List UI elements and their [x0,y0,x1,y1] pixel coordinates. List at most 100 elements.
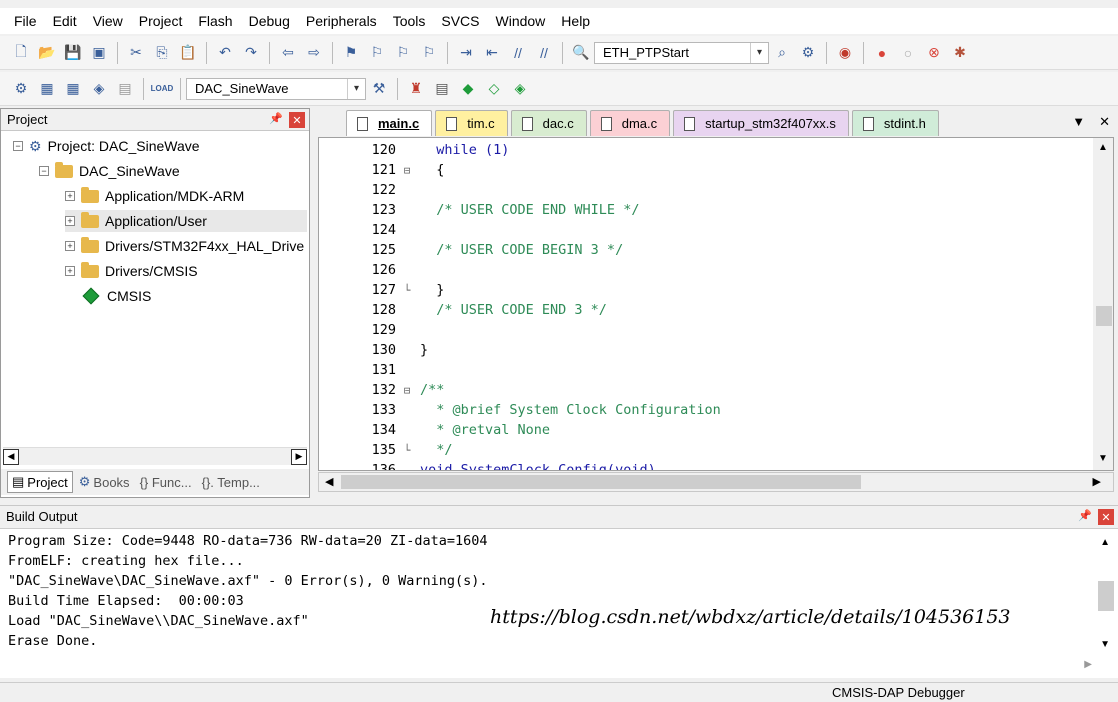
scroll-right-icon[interactable]: ▶ [1093,475,1101,488]
tree-item[interactable]: + Application/MDK-ARM [65,185,244,207]
undo-icon[interactable]: ↶ [215,43,235,63]
debug-session-icon[interactable]: ◉ [835,43,855,63]
collapse-icon[interactable]: − [13,141,23,151]
save-all-icon[interactable]: ▣ [89,43,109,63]
scroll-right-icon[interactable]: ▶ [1084,659,1092,670]
editor-hscroll-thumb[interactable] [341,475,861,489]
code-line[interactable]: 121 ⊟ { [319,160,1099,180]
indent-icon[interactable]: ⇥ [456,43,476,63]
code-line[interactable]: 131 [319,360,1099,380]
tree-root[interactable]: − ⚙ Project: DAC_SineWave [13,135,200,157]
settings-icon[interactable]: ✱ [950,43,970,63]
incremental-find-icon[interactable]: ⌕ [772,43,792,63]
kill-breakpoints-icon[interactable]: ⊗ [924,43,944,63]
pin-icon[interactable]: 📌 [269,112,283,128]
next-bookmark-icon[interactable]: ⚐ [393,43,413,63]
menu-flash[interactable]: Flash [190,13,240,29]
open-file-icon[interactable]: 📂 [37,43,57,63]
nav-forward-icon[interactable]: ⇨ [304,43,324,63]
rebuild-icon[interactable]: ▦ [63,79,83,99]
menu-peripherals[interactable]: Peripherals [298,13,385,29]
clear-bookmarks-icon[interactable]: ⚐ [419,43,439,63]
new-file-icon[interactable]: 🗋 [11,43,31,63]
chevron-down-icon[interactable]: ▾ [347,78,365,99]
prev-bookmark-icon[interactable]: ⚐ [367,43,387,63]
close-icon[interactable]: ✕ [1098,509,1114,525]
find-icon[interactable]: ⚙ [798,43,818,63]
find-in-files-icon[interactable]: 🔍 [571,43,591,63]
menu-svcs[interactable]: SVCS [433,13,487,29]
batch-build-icon[interactable]: ◈ [89,79,109,99]
close-icon[interactable]: ✕ [289,112,305,128]
uncomment-icon[interactable]: // [534,43,554,63]
options-for-target-icon[interactable]: ⚒ [369,79,389,99]
cut-icon[interactable]: ✂ [126,43,146,63]
project-hscroll[interactable]: ◀ ▶ [3,447,307,465]
expand-icon[interactable]: + [65,266,75,276]
fold-marker[interactable]: ⊟ [400,384,414,397]
code-line[interactable]: 136 void SystemClock_Config(void) [319,460,1099,470]
copy-icon[interactable]: ⎘ [152,43,172,63]
pack-installer-icon[interactable]: ◇ [484,79,504,99]
code-line[interactable]: 122 [319,180,1099,200]
tab-functions[interactable]: {} Func... [136,473,196,492]
menu-window[interactable]: Window [488,13,554,29]
nav-back-icon[interactable]: ⇦ [278,43,298,63]
expand-icon[interactable]: + [65,241,75,251]
select-packs-icon[interactable]: ◈ [510,79,530,99]
manage-books-icon[interactable]: ▤ [432,79,452,99]
menu-edit[interactable]: Edit [45,13,85,29]
unindent-icon[interactable]: ⇤ [482,43,502,63]
code-line[interactable]: 127 └ } [319,280,1099,300]
tab-tim-c[interactable]: tim.c [435,110,508,136]
scroll-up-icon[interactable]: ▲ [1098,142,1108,153]
tab-startup-stm32f407xx-s[interactable]: startup_stm32f407xx.s [673,110,849,136]
tab-project[interactable]: ▤ Project [7,471,73,493]
scroll-left-icon[interactable]: ◀ [325,475,333,488]
tab-templates[interactable]: {}. Temp... [198,473,264,492]
tab-list-icon[interactable]: ▼ [1072,114,1085,130]
tab-dma-c[interactable]: dma.c [589,110,671,136]
collapse-icon[interactable]: − [39,166,49,176]
scroll-up-icon[interactable]: ▲ [1100,537,1110,548]
save-icon[interactable]: 💾 [63,43,83,63]
menu-file[interactable]: File [6,13,45,29]
code-line[interactable]: 130} [319,340,1099,360]
translate-icon[interactable]: ⚙ [11,79,31,99]
tab-books[interactable]: ⚙ Books [75,472,134,492]
close-editor-icon[interactable]: ✕ [1099,114,1110,130]
code-line[interactable]: 120 while (1) [319,140,1099,160]
code-line[interactable]: 128 /* USER CODE END 3 */ [319,300,1099,320]
expand-icon[interactable]: + [65,216,75,226]
manage-project-icon[interactable]: ♜ [406,79,426,99]
tree-item[interactable]: + Drivers/STM32F4xx_HAL_Drive [65,235,307,257]
rte-icon[interactable]: ◆ [458,79,478,99]
code-line[interactable]: 126 [319,260,1099,280]
build-vscroll-thumb[interactable] [1098,581,1114,611]
scroll-down-icon[interactable]: ▼ [1100,639,1110,650]
menu-tools[interactable]: Tools [385,13,434,29]
redo-icon[interactable]: ↷ [241,43,261,63]
tree-item[interactable]: + Application/User [65,210,307,232]
scroll-right-icon[interactable]: ▶ [291,448,307,465]
build-output-panel[interactable]: ▲ ▼ ▶ Program Size: Code=9448 RO-data=73… [0,528,1118,678]
scroll-left-icon[interactable]: ◀ [3,448,19,465]
menu-project[interactable]: Project [131,13,191,29]
stop-build-icon[interactable]: ▤ [115,79,135,99]
menu-help[interactable]: Help [553,13,598,29]
menu-view[interactable]: View [85,13,131,29]
tab-stdint-h[interactable]: stdint.h [851,110,939,136]
editor-hscroll[interactable]: ◀ ▶ [318,472,1114,492]
tree-item[interactable]: CMSIS [81,285,151,307]
code-line[interactable]: 132 ⊟ /** [319,380,1099,400]
code-line[interactable]: 133 * @brief System Clock Configuration [319,400,1099,420]
code-line[interactable]: 135 └ */ [319,440,1099,460]
code-editor[interactable]: 136 void SystemClock_Config(void) 135 └ */1… [318,137,1114,471]
bookmark-icon[interactable]: ⚑ [341,43,361,63]
code-line[interactable]: 124 [319,220,1099,240]
code-line[interactable]: 129 [319,320,1099,340]
target-combo[interactable]: DAC_SineWave ▾ [186,77,366,100]
code-line[interactable]: 134 * @retval None [319,420,1099,440]
download-icon[interactable]: LOAD [151,79,174,99]
find-combo[interactable]: ETH_PTPStart ▾ [594,41,769,64]
